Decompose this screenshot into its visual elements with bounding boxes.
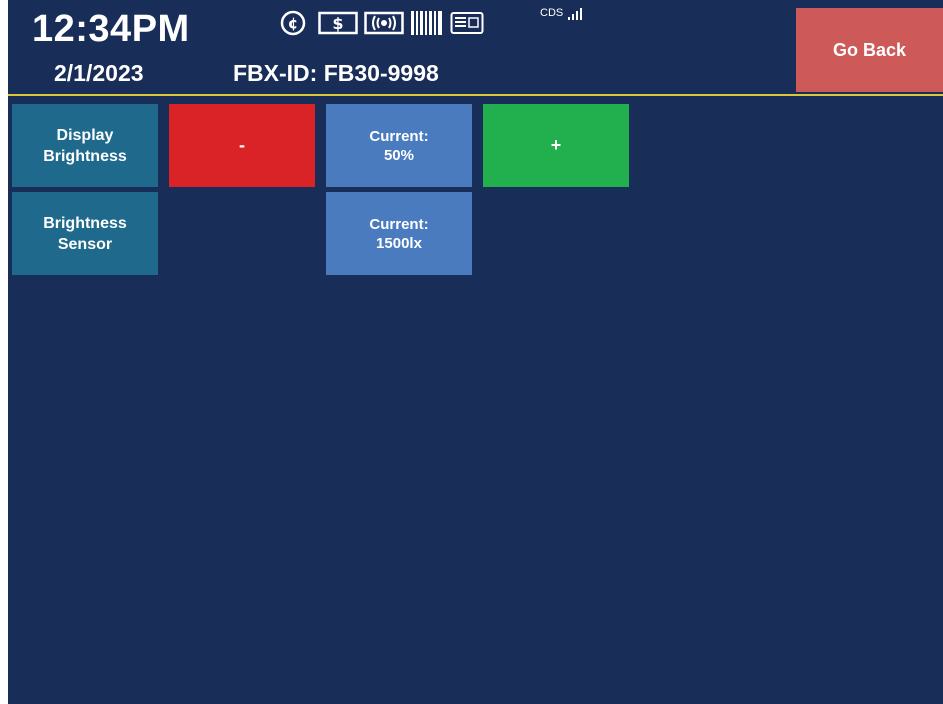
svg-text:$: $ [332,14,343,33]
decrease-brightness-button[interactable]: - [169,104,315,187]
increase-brightness-button[interactable]: + [483,104,629,187]
cent-coin-icon: ¢ [280,10,306,36]
value-text: 50% [383,146,414,164]
display-brightness-label: Display Brightness [12,104,158,187]
go-back-button[interactable]: Go Back [796,8,943,92]
display-brightness-value: Current: 50% [326,104,472,187]
label-line: Display [56,126,114,144]
barcode-icon [411,11,442,35]
label-line: Brightness [43,147,127,165]
signal-strength-icon [568,8,582,20]
card-reader-icon [450,12,484,34]
contactless-icon [364,11,404,35]
fbx-id: FBX-ID: FB30-9998 [233,60,439,86]
header-divider [8,94,943,96]
label-line: Sensor [57,235,113,253]
svg-text:¢: ¢ [288,15,298,33]
minus-label: - [239,135,245,155]
current-date: 2/1/2023 [54,60,144,86]
value-caption: Current: [369,127,429,145]
value-caption: Current: [369,215,429,233]
cds-status-label: CDS [540,7,564,19]
brightness-sensor-label: Brightness Sensor [12,192,158,275]
clock-time: 12:34PM [32,8,190,50]
header-bar: 12:34PM 2/1/2023 FBX-ID: FB30-9998 ¢ $ C… [8,0,943,95]
dollar-bill-icon: $ [318,11,358,35]
plus-label: + [550,135,562,155]
brightness-sensor-value: Current: 1500lx [326,192,472,275]
screen: 12:34PM 2/1/2023 FBX-ID: FB30-9998 ¢ $ C… [8,0,943,704]
value-text: 1500lx [376,234,422,252]
label-line: Brightness [43,214,127,232]
